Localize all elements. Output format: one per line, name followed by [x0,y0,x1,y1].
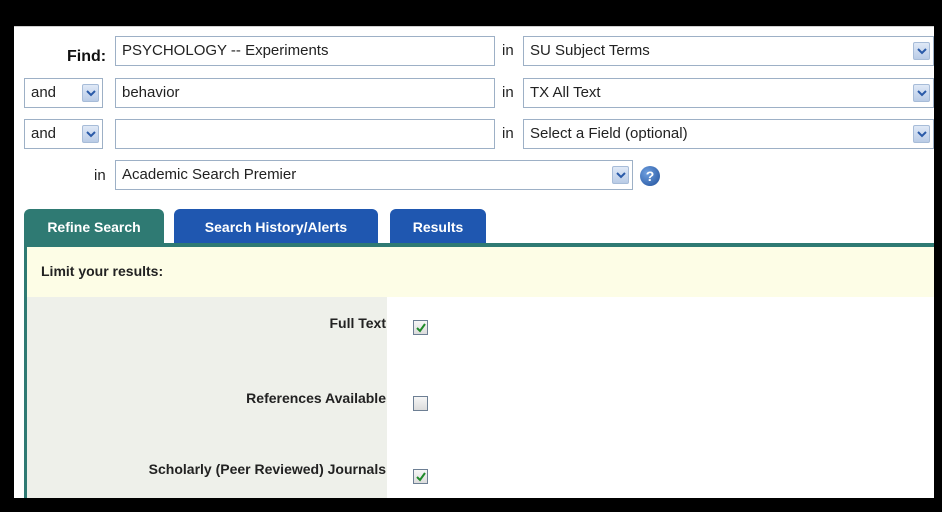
chevron-down-icon [913,84,930,102]
bool-select-3[interactable]: and [24,119,103,149]
limiter-label-references-available: References Available [246,390,386,406]
search-form: Find: PSYCHOLOGY -- Experiments in SU Su… [14,26,934,498]
limit-results-heading: Limit your results: [27,247,934,297]
tab-results[interactable]: Results [390,209,486,245]
bool-select-2-value: and [31,84,57,101]
database-select[interactable]: Academic Search Premier [115,160,633,190]
bool-select-3-value: and [31,125,57,142]
search-term-input-3[interactable] [115,119,495,149]
chevron-down-icon [82,125,99,143]
checkmark-icon [416,323,426,333]
field-select-1[interactable]: SU Subject Terms [523,36,934,66]
field-select-2[interactable]: TX All Text [523,78,934,108]
chevron-down-icon [82,84,99,102]
search-term-input-1[interactable]: PSYCHOLOGY -- Experiments [115,36,495,66]
database-in-label: in [94,167,106,184]
limiter-label-peer-reviewed: Scholarly (Peer Reviewed) Journals [148,461,386,477]
find-label: Find: [67,48,107,65]
checkmark-icon [416,472,426,482]
refine-panel: Limit your results: Full Text References… [24,247,934,498]
peer-reviewed-checkbox[interactable] [413,469,428,484]
chevron-down-icon [913,125,930,143]
field-select-3[interactable]: Select a Field (optional) [523,119,934,149]
field-select-2-value: TX All Text [530,84,601,101]
full-text-checkbox[interactable] [413,320,428,335]
bool-select-2[interactable]: and [24,78,103,108]
references-available-checkbox[interactable] [413,396,428,411]
in-label-1: in [502,42,514,59]
limiter-label-full-text: Full Text [329,315,386,331]
tab-search-history-alerts[interactable]: Search History/Alerts [174,209,378,245]
database-select-value: Academic Search Premier [122,166,297,183]
search-term-input-2[interactable]: behavior [115,78,495,108]
field-select-1-value: SU Subject Terms [530,42,650,59]
chevron-down-icon [913,42,930,60]
in-label-3: in [502,125,514,142]
in-label-2: in [502,84,514,101]
chevron-down-icon [612,166,629,184]
field-select-3-value: Select a Field (optional) [530,125,688,142]
tab-refine-search[interactable]: Refine Search [24,209,164,245]
help-icon[interactable]: ? [640,166,660,186]
